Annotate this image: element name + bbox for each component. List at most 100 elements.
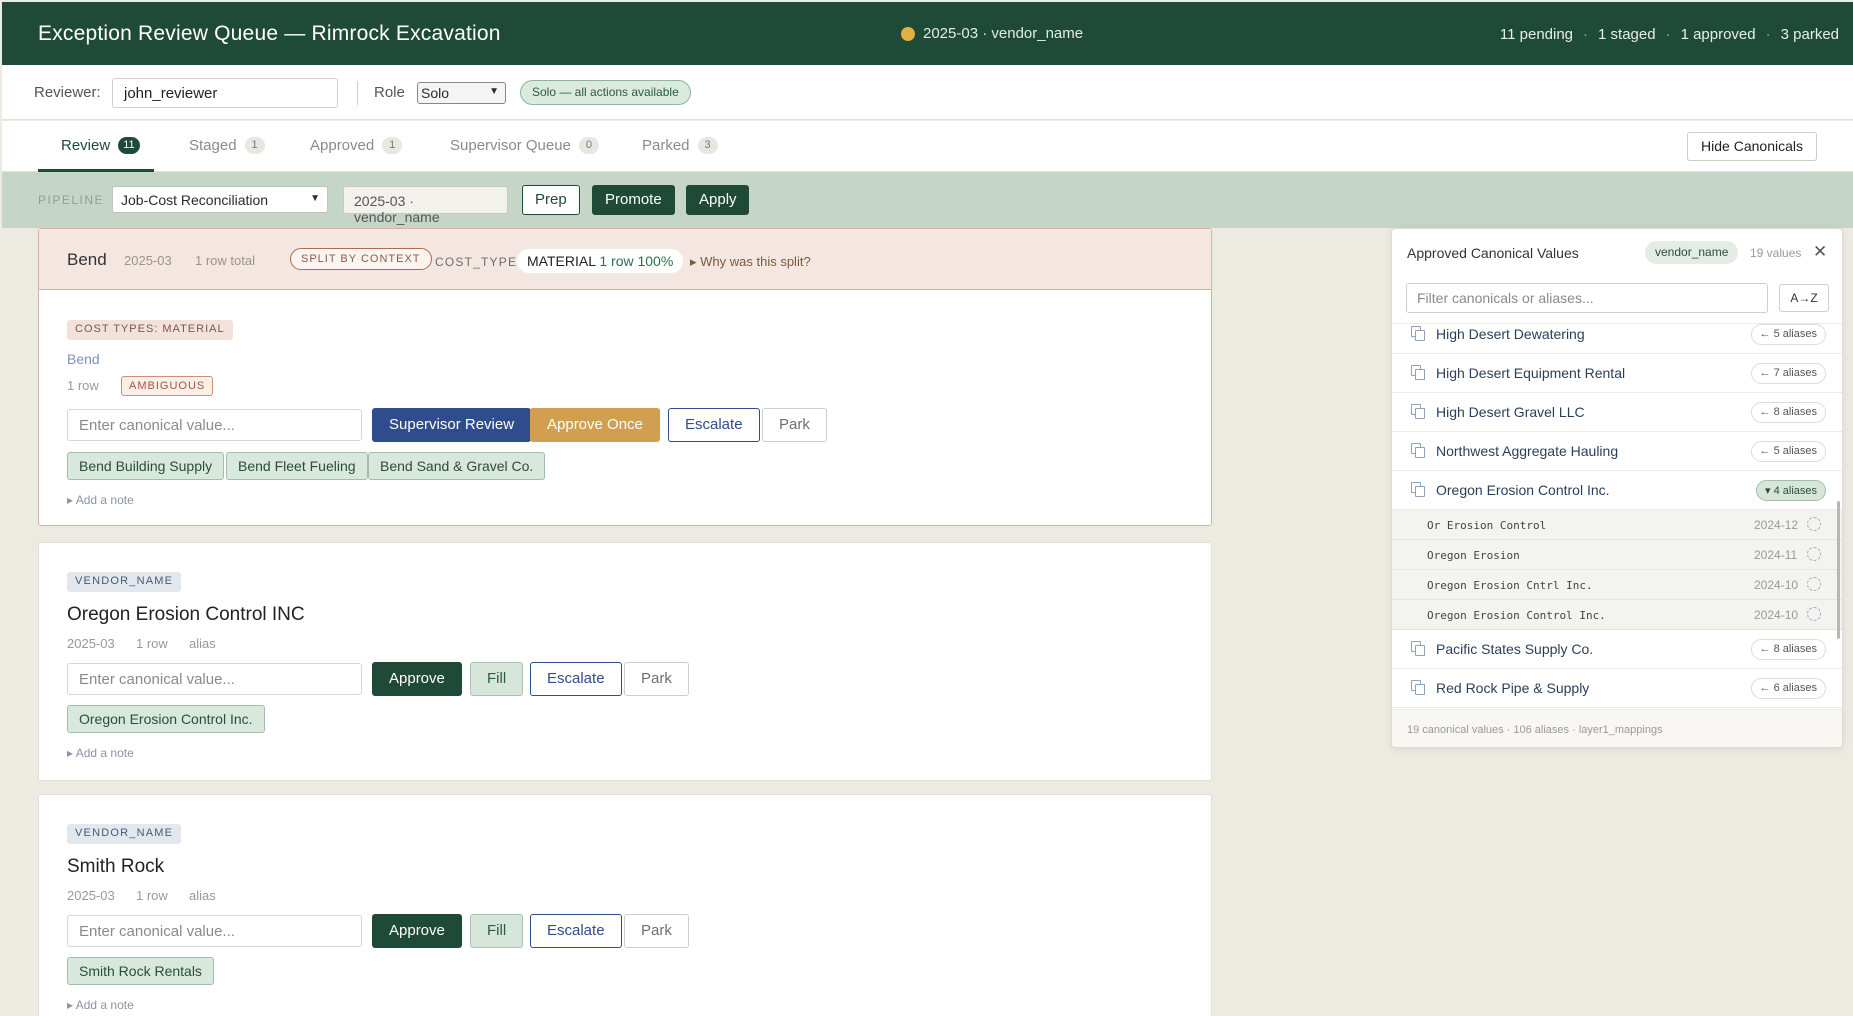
alias-date: 2024-10 — [1754, 608, 1799, 622]
apply-button[interactable]: Apply — [686, 185, 749, 215]
fill-button[interactable]: Fill — [470, 662, 524, 696]
add-note-toggle[interactable]: ▸ Add a note — [67, 493, 134, 507]
close-icon[interactable]: ✕ — [1813, 242, 1827, 262]
stat-parked: 3 parked — [1780, 26, 1839, 43]
cost-types-chip: COST TYPES: MATERIAL — [67, 320, 233, 340]
canonical-item[interactable]: High Desert Dewatering ← 5 aliases — [1392, 324, 1842, 354]
copy-icon[interactable] — [1411, 404, 1425, 419]
park-button[interactable]: Park — [762, 408, 827, 442]
suggestion-chip[interactable]: Bend Fleet Fueling — [226, 452, 368, 480]
approve-button[interactable]: Approve — [372, 662, 462, 696]
canonical-name: High Desert Gravel LLC — [1436, 404, 1585, 420]
panel-title: Approved Canonical Values — [1407, 245, 1579, 261]
promote-button[interactable]: Promote — [592, 185, 675, 215]
tab-label: Review — [61, 137, 111, 154]
canonical-item[interactable]: Red Rock Pipe & Supply ← 6 aliases — [1392, 669, 1842, 708]
canonical-value-input[interactable]: Enter canonical value... — [67, 409, 362, 441]
reviewer-input[interactable]: john_reviewer — [112, 78, 338, 108]
tab-count-badge: 11 — [118, 137, 140, 154]
alias-count-badge[interactable]: ← 8 aliases — [1750, 639, 1826, 660]
escalate-button[interactable]: Escalate — [530, 914, 622, 948]
alias-name: Oregon Erosion — [1427, 549, 1520, 562]
copy-icon[interactable] — [1411, 365, 1425, 380]
canonical-filter-input[interactable]: Filter canonicals or aliases... — [1406, 283, 1768, 313]
copy-icon[interactable] — [1411, 443, 1425, 458]
context-label: 2025-03 · vendor_name — [923, 25, 1084, 42]
canonical-item[interactable]: Pacific States Supply Co. ← 8 aliases — [1392, 630, 1842, 669]
status-dot-icon — [901, 26, 915, 41]
escalate-button[interactable]: Escalate — [668, 408, 760, 442]
alias-count-badge[interactable]: ▾ 4 aliases — [1756, 480, 1826, 501]
approve-once-button[interactable]: Approve Once — [530, 408, 660, 442]
alias-row: Oregon Erosion Control Inc. 2024-10 — [1392, 600, 1842, 630]
canonical-name: High Desert Dewatering — [1436, 326, 1585, 342]
fill-button[interactable]: Fill — [470, 914, 524, 948]
copy-icon[interactable] — [1411, 482, 1425, 497]
alias-count-badge[interactable]: ← 5 aliases — [1750, 324, 1826, 345]
panel-scrollbar[interactable] — [1837, 501, 1840, 639]
split-rows-total: 1 row total — [195, 253, 255, 268]
tab-count-badge: 3 — [697, 137, 718, 154]
split-exception-card: Bend 2025-03 1 row total SPLIT BY CONTEX… — [38, 228, 1212, 526]
park-button[interactable]: Park — [624, 662, 689, 696]
copy-icon[interactable] — [1411, 641, 1425, 656]
tab-approved[interactable]: Approved 1 — [310, 137, 403, 154]
suggestion-chip[interactable]: Oregon Erosion Control Inc. — [67, 705, 265, 733]
hide-canonicals-button[interactable]: Hide Canonicals — [1687, 132, 1817, 161]
role-label: Role — [374, 84, 405, 101]
pipeline-bar: PIPELINE Job-Cost Reconciliation ▼ 2025-… — [2, 172, 1853, 228]
stat-separator: · — [1583, 26, 1589, 43]
prep-button[interactable]: Prep — [522, 185, 580, 215]
suggestion-chip[interactable]: Bend Sand & Gravel Co. — [368, 452, 546, 480]
suggestion-chip[interactable]: Bend Building Supply — [67, 452, 225, 480]
copy-icon[interactable] — [1411, 680, 1425, 695]
canonical-item-expanded[interactable]: Oregon Erosion Control Inc. ▾ 4 aliases — [1392, 471, 1842, 510]
tab-review[interactable]: Review 11 — [61, 137, 140, 154]
alias-count-badge[interactable]: ← 6 aliases — [1750, 678, 1826, 699]
pipeline-label: PIPELINE — [38, 193, 105, 207]
cost-type-chip: MATERIAL 1 row 100% — [517, 249, 684, 273]
add-note-toggle[interactable]: ▸ Add a note — [67, 746, 134, 760]
pipeline-select[interactable]: Job-Cost Reconciliation ▼ — [112, 186, 328, 213]
canonical-item[interactable]: Northwest Aggregate Hauling ← 5 aliases — [1392, 432, 1842, 471]
unlink-icon[interactable] — [1807, 517, 1821, 531]
alias-count-badge[interactable]: ← 7 aliases — [1750, 363, 1826, 384]
escalate-button[interactable]: Escalate — [530, 662, 622, 696]
unlink-icon[interactable] — [1807, 607, 1821, 621]
pipeline-scope-field[interactable]: 2025-03 · vendor_name — [343, 186, 508, 225]
canonical-item[interactable]: High Desert Equipment Rental ← 7 aliases — [1392, 354, 1842, 393]
ambiguous-badge: AMBIGUOUS — [121, 376, 214, 396]
suggestion-chip[interactable]: Smith Rock Rentals — [67, 957, 214, 985]
tab-parked[interactable]: Parked 3 — [642, 137, 718, 154]
sort-button[interactable]: A→Z — [1779, 284, 1829, 312]
canonical-item[interactable]: High Desert Gravel LLC ← 8 aliases — [1392, 393, 1842, 432]
alias-name: Oregon Erosion Cntrl Inc. — [1427, 579, 1593, 592]
chevron-down-icon: ▼ — [310, 193, 320, 204]
why-split-toggle[interactable]: ▸ Why was this split? — [690, 254, 811, 270]
app-header: Exception Review Queue — Rimrock Excavat… — [2, 2, 1853, 65]
exception-period: 2025-03 — [67, 888, 115, 903]
canonical-name: Northwest Aggregate Hauling — [1436, 443, 1619, 459]
tab-supervisor-queue[interactable]: Supervisor Queue 0 — [450, 137, 599, 154]
tab-staged[interactable]: Staged 1 — [189, 137, 265, 154]
copy-icon[interactable] — [1411, 326, 1425, 341]
park-button[interactable]: Park — [624, 914, 689, 948]
page-title: Exception Review Queue — Rimrock Excavat… — [38, 22, 501, 45]
supervisor-review-button[interactable]: Supervisor Review — [372, 408, 532, 442]
exception-value: Oregon Erosion Control INC — [67, 604, 305, 625]
approve-button[interactable]: Approve — [372, 914, 462, 948]
alias-count-badge[interactable]: ← 5 aliases — [1750, 441, 1826, 462]
panel-value-count: 19 values — [1750, 246, 1802, 260]
unlink-icon[interactable] — [1807, 547, 1821, 561]
add-note-toggle[interactable]: ▸ Add a note — [67, 998, 134, 1012]
canonicals-panel: Approved Canonical Values vendor_name 19… — [1391, 228, 1843, 748]
canonical-value-input[interactable]: Enter canonical value... — [67, 915, 362, 947]
canonical-value-input[interactable]: Enter canonical value... — [67, 663, 362, 695]
alias-count-badge[interactable]: ← 8 aliases — [1750, 402, 1826, 423]
unlink-icon[interactable] — [1807, 577, 1821, 591]
alias-row: Or Erosion Control 2024-12 — [1392, 510, 1842, 540]
role-select[interactable]: Solo ▼ — [417, 82, 506, 104]
exception-value: Smith Rock — [67, 856, 165, 877]
canonical-list: High Desert Dewatering ← 5 aliases High … — [1392, 323, 1842, 709]
divider — [357, 81, 358, 105]
